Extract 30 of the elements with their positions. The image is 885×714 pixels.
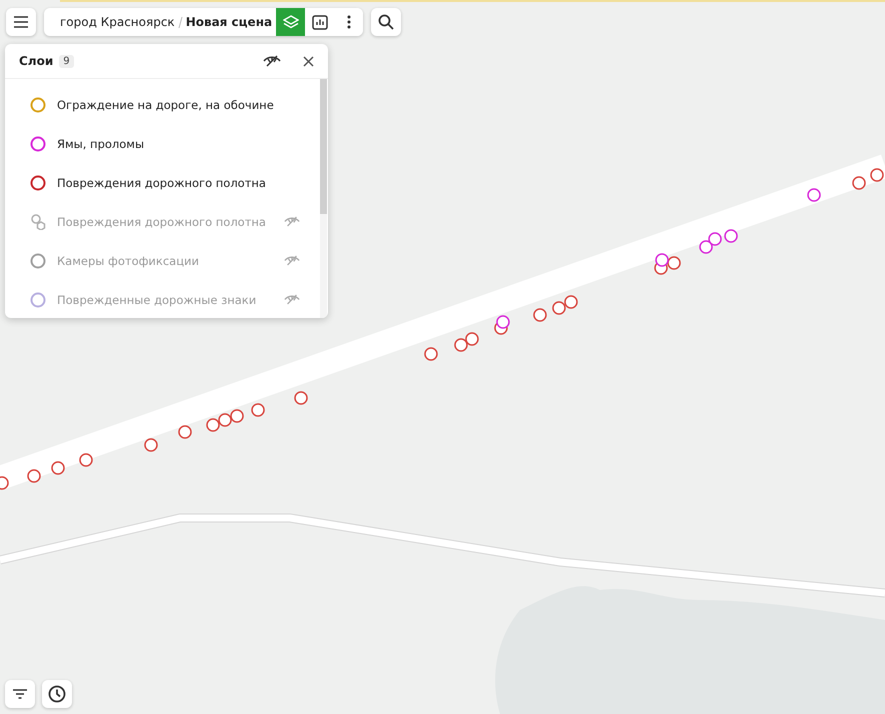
layer-item[interactable]: Повреждения дорожного полотна [5,163,300,202]
more-icon [346,15,350,29]
layer-label: Камеры фотофиксации [57,254,199,268]
layer-label: Ямы, проломы [57,136,144,150]
search-icon [378,14,394,30]
clock-button[interactable] [42,680,72,708]
chart-icon [312,14,328,30]
layer-item[interactable]: Ямы, проломы [5,124,300,163]
clock-icon [48,685,66,703]
hidden-eye-icon[interactable] [263,55,281,67]
layer-label: Повреждения дорожного полотна [57,214,266,228]
layer-item[interactable]: Ограждение на дороге, на обочине [5,85,300,124]
layer-label: Ограждение на дороге, на обочине [57,98,274,112]
menu-icon [13,15,29,29]
menu-button[interactable] [6,8,36,36]
separator-icon [178,16,182,28]
chart-button[interactable] [305,8,334,36]
layer-count: 9 [59,54,74,68]
layer-label: Повреждения дорожного полотна [57,176,266,190]
panel-title: Слои [19,54,54,68]
breadcrumb-link[interactable]: Новая сцена [186,15,272,29]
filter-icon [13,689,27,699]
close-icon[interactable] [303,56,314,66]
more-button[interactable] [334,8,363,36]
filter-button[interactable] [5,680,35,708]
scrollbar[interactable] [320,79,327,318]
layers-icon [282,15,298,29]
search-button[interactable] [371,8,401,36]
layer-label: Поврежденные дорожные знаки [57,292,256,306]
breadcrumb-link[interactable]: город Красноярск [60,15,175,29]
